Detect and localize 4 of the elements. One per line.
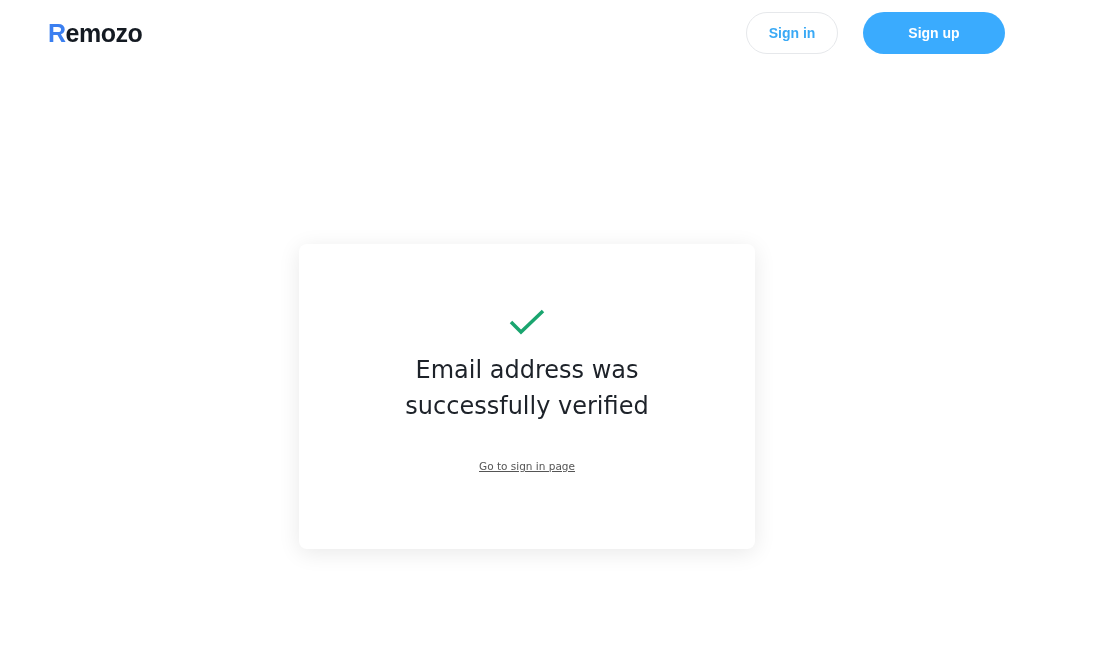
checkmark-icon (509, 308, 545, 336)
sign-in-link[interactable]: Go to sign in page (479, 460, 575, 472)
logo[interactable]: Remozo (48, 18, 143, 48)
success-message: Email address was successfully verified (404, 355, 650, 422)
